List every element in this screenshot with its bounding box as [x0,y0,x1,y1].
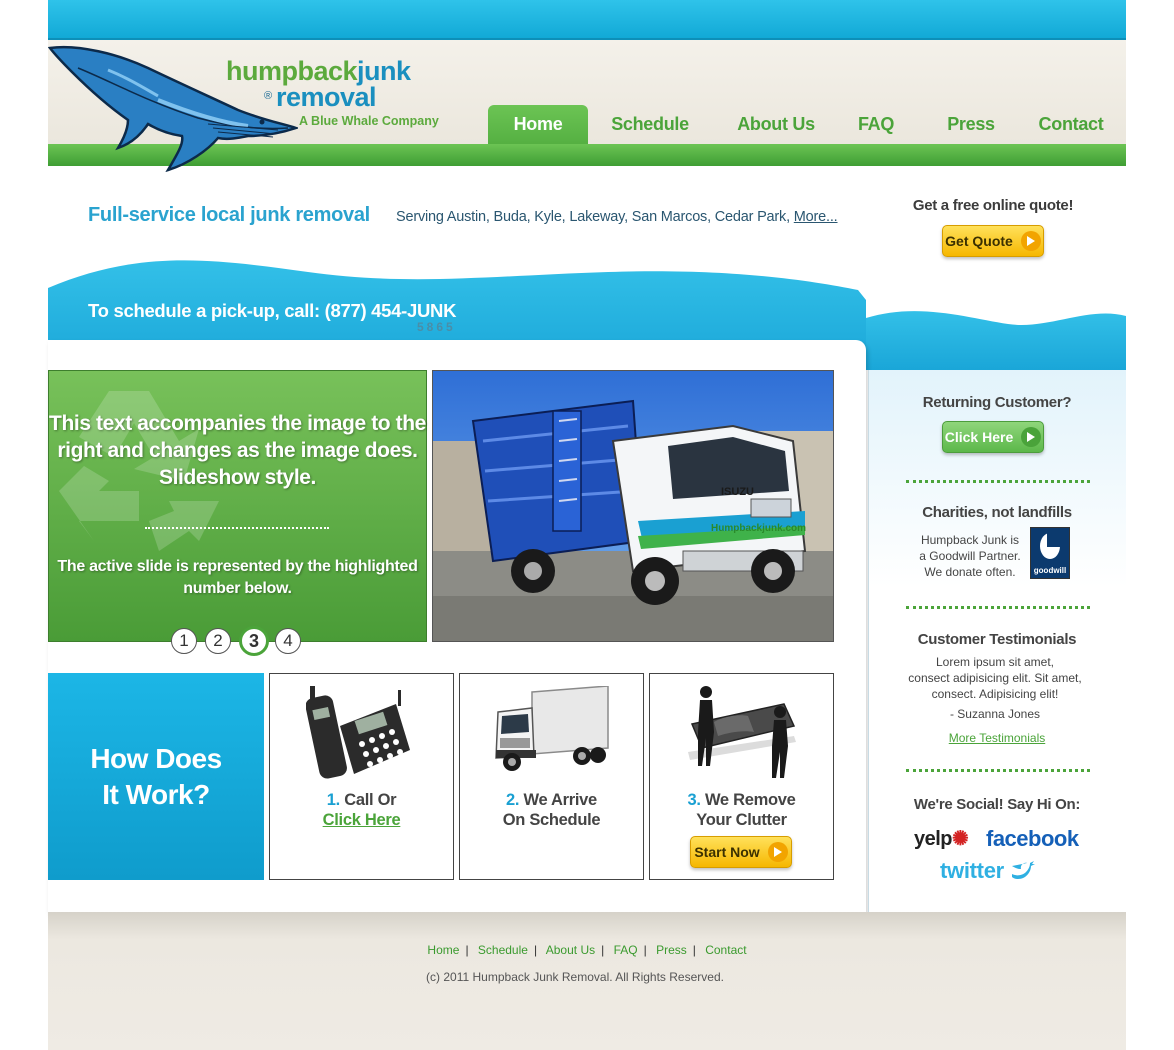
yelp-burst-icon: ✺ [952,828,969,850]
truck-brand-text: ISUZU [721,486,754,498]
facebook-link[interactable]: facebook [986,826,1079,852]
phone-digits: 5865 [417,320,456,334]
charities-line-1: Humpback Junk is [920,533,1020,547]
step-3-number: 3. [687,791,701,809]
step-2-text: We Arrive [523,791,598,809]
testimonial-line-1: Lorem ipsum sit amet, [935,655,1055,669]
step-2-title: 2. We Arrive On Schedule [460,790,643,830]
step-1-title: 1. Call Or Click Here [270,790,453,830]
twitter-label: twitter [940,858,1004,883]
footer-link-about-us[interactable]: About Us [546,943,595,957]
footer-separator: | [533,943,538,957]
step-1-number: 1. [326,791,340,809]
service-areas: Serving Austin, Buda, Kyle, Lakeway, San… [396,209,838,225]
page: humpbackjunk ® removal A Blue Whale Comp… [0,0,1174,1050]
goodwill-logo-text: goodwill [1033,566,1067,575]
footer-separator: | [465,943,469,957]
truck-icon [495,686,609,771]
more-testimonials-link[interactable]: More Testimonials [868,731,1126,745]
more-areas-link[interactable]: More... [794,209,838,225]
truck-image: ISUZU Humpbackjunk.com [433,371,833,641]
click-here-label: Click Here [944,429,1014,445]
registered-mark: ® [264,90,273,102]
step-3-text: We Remove [704,791,796,809]
truck-logo-text: Humpbackjunk.com [711,523,806,534]
footer-separator: | [692,943,696,957]
service-areas-text: Serving Austin, Buda, Kyle, Lakeway, San… [396,209,790,225]
slide-number-4[interactable]: 4 [275,628,301,654]
how-it-works-title: How Does It Work? [48,673,264,880]
play-arrow-icon [1020,231,1041,251]
how-it-works-label: How Does It Work? [90,742,222,810]
returning-click-here-button[interactable]: Click Here [942,421,1044,453]
footer-separator: | [601,943,605,957]
footer-link-press[interactable]: Press [656,943,687,957]
play-arrow-icon [1021,427,1042,447]
start-now-button[interactable]: Start Now [690,836,792,868]
footer-nav: Home | Schedule | About Us | FAQ | Press | Co… [48,943,1126,957]
step-2-text-line2: On Schedule [502,811,601,829]
movers-icon [688,686,796,778]
get-quote-label: Get Quote [945,233,1013,249]
returning-customer-heading: Returning Customer? [922,394,1072,411]
footer-link-schedule[interactable]: Schedule [478,943,528,957]
twitter-link[interactable]: twitter [940,858,1036,884]
sidebar-divider [906,606,1090,609]
testimonials-heading: Customer Testimonials [917,631,1077,648]
testimonial-author: - Suzanna Jones [949,707,1041,721]
step-3-text-line2: Your Clutter [696,811,787,829]
step-call: 1. Call Or Click Here [269,673,454,880]
slide-subcaption: The active slide is represented by the h… [57,558,418,597]
nav-contact[interactable]: Contact [1030,105,1112,144]
nav-faq[interactable]: FAQ [836,105,916,144]
goodwill-logo-icon[interactable]: goodwill [1030,527,1070,579]
top-bar [48,0,1126,40]
sidebar-divider [906,480,1090,483]
yelp-link[interactable]: yelp✺ [914,826,969,851]
footer-link-home[interactable]: Home [427,943,459,957]
charities-line-3: We donate often. [924,565,1016,579]
truck-photo: ISUZU Humpbackjunk.com [432,370,834,642]
slide-divider [145,527,329,529]
slide-number-1[interactable]: 1 [171,628,197,654]
nav-about-us[interactable]: About Us [726,105,826,144]
slide-number-3[interactable]: 3 [239,626,269,656]
nav-press[interactable]: Press [931,105,1011,144]
twitter-bird-icon [1011,861,1035,879]
charities-text: Humpback Junk is a Goodwill Partner. We … [914,532,1026,580]
charities-line-2: a Goodwill Partner. [919,549,1021,563]
social-heading: We're Social! Say Hi On: [913,796,1081,813]
yelp-label: yelp [914,828,953,850]
call-to-schedule: To schedule a pick-up, call: (877) 454-J… [88,300,457,321]
sidebar-divider [906,769,1090,772]
nav-schedule[interactable]: Schedule [600,105,700,144]
start-now-label: Start Now [694,844,760,860]
headline: Full-service local junk removal [88,204,370,226]
phone-icon [306,686,410,779]
brand-tagline: A Blue Whale Company [299,114,439,128]
slide-caption: This text accompanies the image to the r… [49,412,426,489]
step-1-text: Call Or [344,791,397,809]
click-here-link[interactable]: Click Here [323,811,401,829]
copyright: (c) 2011 Humpback Junk Removal. All Righ… [426,970,724,984]
footer-separator: | [643,943,647,957]
step-2-number: 2. [506,791,520,809]
slide-number-2[interactable]: 2 [205,628,231,654]
testimonial-line-3: consect. Adipisicing elit! [931,687,1059,701]
nav-home[interactable]: Home [488,105,588,144]
play-arrow-icon [767,842,788,862]
quote-prompt: Get a free online quote! [912,197,1074,214]
testimonial-quote: Lorem ipsum sit amet, consect adipisicin… [880,654,1110,702]
footer-link-contact[interactable]: Contact [705,943,746,957]
charities-heading: Charities, not landfills [922,504,1072,521]
footer-link-faq[interactable]: FAQ [614,943,638,957]
testimonial-line-2: consect adipisicing elit. Sit amet, [908,671,1082,685]
step-3-title: 3. We Remove Your Clutter [650,790,833,830]
step-arrive: 2. We Arrive On Schedule [459,673,644,880]
brand-name-line2: removal [276,82,377,112]
